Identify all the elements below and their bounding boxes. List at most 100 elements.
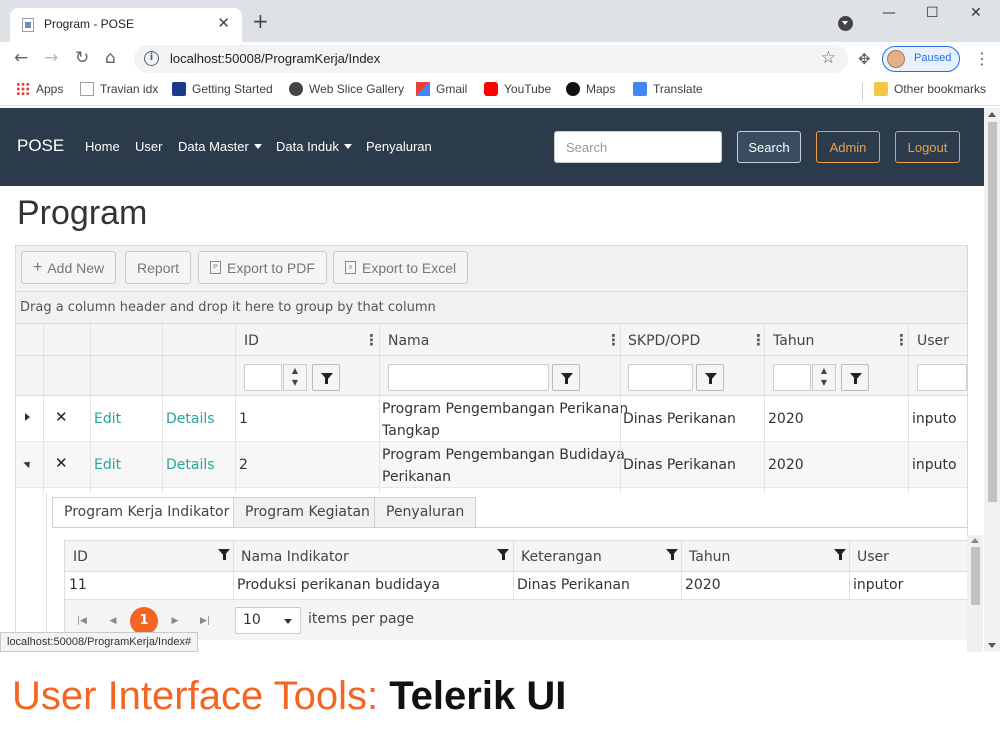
forward-icon[interactable]: →	[44, 48, 58, 68]
collapse-row-icon[interactable]	[23, 458, 33, 469]
scroll-thumb[interactable]	[971, 547, 980, 605]
search-input[interactable]	[554, 131, 722, 163]
filter-icon[interactable]	[666, 549, 678, 560]
delete-icon[interactable]: ✕	[55, 454, 68, 472]
close-tab-icon[interactable]: ✕	[217, 14, 230, 32]
nav-data-induk-dropdown[interactable]: Data Induk	[276, 139, 352, 154]
export-pdf-button[interactable]: P Export to PDF	[198, 251, 327, 284]
nav-data-master-dropdown[interactable]: Data Master	[178, 139, 262, 154]
filter-tahun-input[interactable]	[773, 364, 811, 391]
filter-icon[interactable]	[834, 549, 846, 560]
tab-program-kerja-indikator[interactable]: Program Kerja Indikator	[52, 497, 242, 528]
page-scrollbar[interactable]	[984, 108, 1000, 652]
brand-logo[interactable]: POSE	[17, 136, 64, 156]
cell-user: inputor	[853, 577, 904, 593]
filter-skpd-input[interactable]	[628, 364, 693, 391]
filter-icon[interactable]	[218, 549, 230, 560]
edit-link[interactable]: Edit	[94, 408, 121, 430]
column-menu-icon[interactable]: ⋮	[894, 331, 909, 349]
filter-icon[interactable]	[552, 364, 580, 391]
expand-row-icon[interactable]	[25, 413, 30, 421]
page-size-select[interactable]: 10	[235, 607, 301, 634]
bookmark-apps[interactable]: Apps	[16, 82, 63, 96]
minimize-icon[interactable]: —	[882, 5, 896, 21]
spinner-icon[interactable]: ▲ ▼	[812, 364, 836, 391]
grid-scrollbar[interactable]	[967, 535, 983, 652]
column-menu-icon[interactable]: ⋮	[364, 331, 379, 349]
tab-program-kegiatan[interactable]: Program Kegiatan	[233, 497, 382, 527]
column-header-user[interactable]: User	[857, 549, 889, 565]
bookmark-getting-started[interactable]: Getting Started	[172, 82, 273, 96]
logout-button[interactable]: Logout	[895, 131, 960, 163]
current-page-button[interactable]: 1	[130, 607, 158, 635]
filter-icon[interactable]	[312, 364, 340, 391]
export-excel-button[interactable]: x Export to Excel	[333, 251, 469, 284]
tab-search-icon[interactable]	[838, 16, 853, 31]
filter-icon[interactable]	[841, 364, 869, 391]
column-header-tahun[interactable]: Tahun	[773, 333, 814, 349]
column-menu-icon[interactable]: ⋮	[606, 331, 621, 349]
filter-icon[interactable]	[696, 364, 724, 391]
search-button[interactable]: Search	[737, 131, 801, 163]
column-header-id[interactable]: ID	[244, 333, 259, 349]
site-info-icon[interactable]: i	[144, 51, 159, 66]
new-tab-icon[interactable]: +	[252, 9, 269, 33]
first-page-icon[interactable]: |◀	[69, 608, 95, 634]
column-header-user[interactable]: User	[917, 333, 949, 349]
admin-button[interactable]: Admin	[816, 131, 880, 163]
bookmark-translate[interactable]: Translate	[633, 82, 703, 96]
last-page-icon[interactable]: ▶|	[192, 608, 218, 634]
scroll-up-icon[interactable]	[988, 112, 996, 117]
bookmark-other[interactable]: Other bookmarks	[874, 82, 986, 96]
nav-home[interactable]: Home	[85, 139, 120, 154]
delete-icon[interactable]: ✕	[55, 408, 68, 426]
bookmark-star-icon[interactable]: ☆	[821, 48, 836, 68]
filter-user-input[interactable]	[917, 364, 967, 391]
nav-user[interactable]: User	[135, 139, 162, 154]
bookmark-web-slice[interactable]: Web Slice Gallery	[289, 82, 404, 96]
browser-menu-icon[interactable]: ⋮	[974, 49, 990, 68]
avatar	[887, 50, 905, 68]
column-header-keterangan[interactable]: Keterangan	[521, 549, 602, 565]
bookmark-travian[interactable]: Travian idx	[80, 82, 158, 96]
bookmark-maps[interactable]: Maps	[566, 82, 615, 96]
spinner-icon[interactable]: ▲ ▼	[283, 364, 307, 391]
previous-page-icon[interactable]: ◀	[100, 608, 126, 634]
table-row: ✕ Edit Details 2 Program Pengembangan Bu…	[16, 442, 967, 488]
nav-penyaluran[interactable]: Penyaluran	[366, 139, 432, 154]
filter-icon[interactable]	[497, 549, 509, 560]
filter-id-input[interactable]	[244, 364, 282, 391]
bookmark-youtube[interactable]: YouTube	[484, 82, 551, 96]
close-window-icon[interactable]: ✕	[970, 5, 982, 21]
home-icon[interactable]: ⌂	[105, 48, 116, 68]
scroll-up-icon[interactable]	[971, 538, 979, 543]
scroll-thumb[interactable]	[988, 122, 997, 502]
column-header-skpd[interactable]: SKPD/OPD	[628, 333, 700, 349]
next-page-icon[interactable]: ▶	[162, 608, 188, 634]
tab-penyaluran[interactable]: Penyaluran	[374, 497, 477, 527]
reload-icon[interactable]: ↻	[75, 48, 89, 68]
column-header-nama[interactable]: Nama	[388, 333, 429, 349]
details-link[interactable]: Details	[166, 454, 215, 476]
report-button[interactable]: Report	[125, 251, 192, 284]
bookmark-gmail[interactable]: Gmail	[416, 82, 467, 96]
edit-link[interactable]: Edit	[94, 454, 121, 476]
maximize-icon[interactable]: ☐	[926, 5, 939, 21]
column-header-nama-indikator[interactable]: Nama Indikator	[241, 549, 349, 565]
column-header-id[interactable]: ID	[73, 549, 88, 565]
add-new-button[interactable]: + Add New	[21, 251, 117, 284]
back-icon[interactable]: ←	[14, 48, 28, 68]
details-link[interactable]: Details	[166, 408, 215, 430]
slide-caption: User Interface Tools: Telerik UI	[0, 652, 1000, 750]
column-divider	[233, 540, 234, 600]
browser-tab[interactable]: Program - POSE ✕	[10, 8, 242, 42]
column-header-tahun[interactable]: Tahun	[689, 549, 730, 565]
scroll-down-icon[interactable]	[988, 643, 996, 648]
address-bar[interactable]: i localhost:50008/ProgramKerja/Index ☆	[134, 45, 848, 73]
cell-id: 11	[69, 577, 87, 593]
tab-strip: Program - POSE ✕ + — ☐ ✕	[0, 0, 1000, 42]
extensions-icon[interactable]: ✥	[858, 50, 871, 68]
filter-nama-input[interactable]	[388, 364, 549, 391]
profile-button[interactable]: Paused	[882, 46, 960, 72]
group-drop-area[interactable]: Drag a column header and drop it here to…	[16, 292, 967, 324]
